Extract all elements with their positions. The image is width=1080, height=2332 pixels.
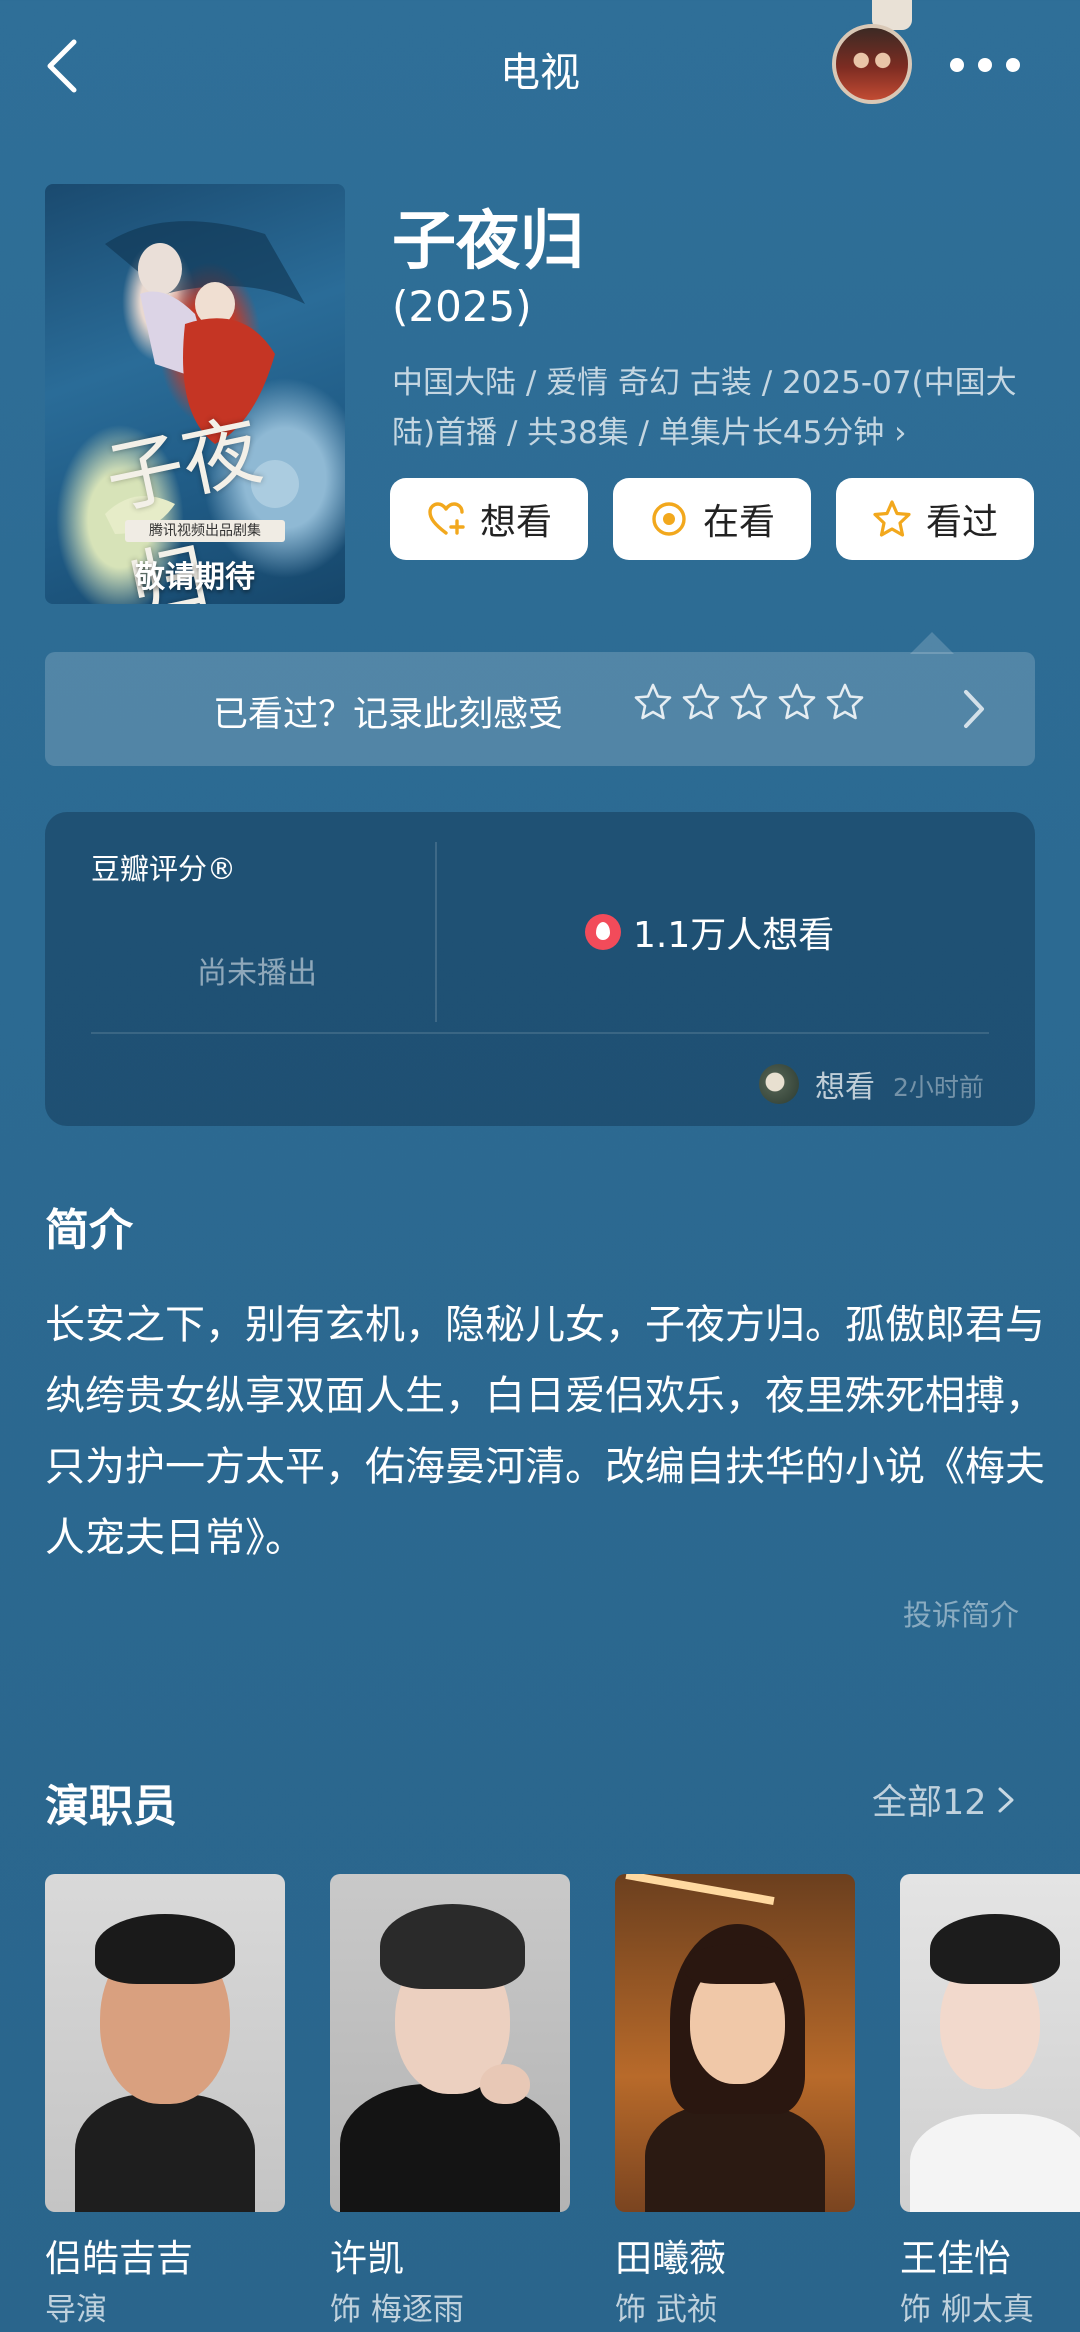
watched-label: 看过 [925, 502, 998, 543]
heart-plus-icon [428, 502, 465, 535]
cast-role: 导演 [45, 2292, 107, 2328]
show-meta-text: 中国大陆 / 爱情 奇幻 古装 / 2025-07(中国大陆)首播 / 共38集… [392, 365, 1017, 451]
rate-star-icon[interactable] [825, 682, 865, 722]
cast-photo [900, 1874, 1080, 2212]
want-count: 1.1万人想看 [585, 906, 834, 958]
cast-title: 演职员 [45, 1781, 177, 1832]
meta-chevron-icon: › [894, 415, 907, 451]
rate-stars[interactable] [633, 682, 865, 722]
watching-label: 在看 [702, 502, 775, 543]
more-dots-icon[interactable] [950, 48, 1020, 82]
rate-star-icon[interactable] [681, 682, 721, 722]
chevron-right-icon [964, 690, 984, 728]
flame-icon [585, 914, 621, 950]
synopsis-text: 长安之下，别有玄机，隐秘儿女，子夜方归。孤傲郎君与纨绔贵女纵享双面人生，白日爱侣… [45, 1302, 1045, 1561]
rating-status: 尚未播出 [197, 956, 317, 991]
rate-prompt-text: 已看过？记录此刻感受 [213, 695, 564, 735]
cast-name: 许凯 [330, 2237, 404, 2280]
show-poster[interactable]: 子夜归 腾讯视频出品剧集 敬请期待 [45, 184, 345, 604]
show-year: (2025) [392, 282, 532, 331]
user-avatar[interactable] [832, 24, 912, 104]
report-synopsis-link[interactable]: 投诉简介 [903, 1592, 1019, 1634]
rate-prompt-bar[interactable]: 已看过？记录此刻感受 [45, 652, 1035, 766]
cast-card[interactable]: 侣皓吉吉 导演 [45, 1874, 285, 2328]
cast-all-link[interactable]: 全部12 [872, 1774, 1015, 1825]
show-title: 子夜归 [392, 205, 584, 279]
top-bar: 电视 [0, 0, 1080, 140]
rate-star-icon[interactable] [633, 682, 673, 722]
cast-photo [330, 1874, 570, 2212]
cast-photo [615, 1874, 855, 2212]
cast-photo [45, 1874, 285, 2212]
friend-time: 2小时前 [893, 1073, 984, 1102]
want-count-text: 1.1万人想看 [633, 915, 835, 956]
rate-star-icon[interactable] [729, 682, 769, 722]
divider [91, 1032, 989, 1034]
star-icon [873, 500, 911, 537]
rate-bar-pointer [910, 632, 954, 654]
poster-caption: 敬请期待 [135, 560, 255, 595]
cast-role: 饰 梅逐雨 [330, 2292, 464, 2328]
show-meta[interactable]: 中国大陆 / 爱情 奇幻 古装 / 2025-07(中国大陆)首播 / 共38集… [392, 358, 1032, 458]
cast-card[interactable]: 许凯 饰 梅逐雨 [330, 1874, 570, 2328]
friend-action: 想看 [815, 1070, 875, 1105]
cast-name: 侣皓吉吉 [45, 2237, 193, 2280]
want-label: 想看 [479, 502, 552, 543]
douban-rating-label: 豆瓣评分® [91, 852, 237, 886]
want-button[interactable]: 想看 [390, 478, 588, 560]
cast-all-label: 全部12 [872, 1783, 987, 1823]
friend-avatar[interactable] [759, 1064, 799, 1104]
target-circle-icon [652, 502, 686, 536]
cast-role: 饰 武祯 [615, 2292, 718, 2328]
cast-card[interactable]: 田曦薇 饰 武祯 [615, 1874, 855, 2328]
cast-name: 王佳怡 [900, 2237, 1011, 2280]
chevron-right-icon [998, 1787, 1014, 1812]
poster-small-text: 腾讯视频出品剧集 [125, 520, 285, 542]
rating-card: 豆瓣评分® 尚未播出 1.1万人想看 想看 2小时前 [45, 812, 1035, 1126]
watched-button[interactable]: 看过 [836, 478, 1034, 560]
rate-star-icon[interactable] [777, 682, 817, 722]
synopsis-title: 简介 [45, 1205, 133, 1256]
cast-card[interactable]: 王佳怡 饰 柳太真 [900, 1874, 1080, 2328]
divider [435, 842, 437, 1022]
cast-role: 饰 柳太真 [900, 2292, 1034, 2328]
page-title: 电视 [500, 50, 580, 96]
watching-button[interactable]: 在看 [613, 478, 811, 560]
cast-name: 田曦薇 [615, 2237, 726, 2280]
